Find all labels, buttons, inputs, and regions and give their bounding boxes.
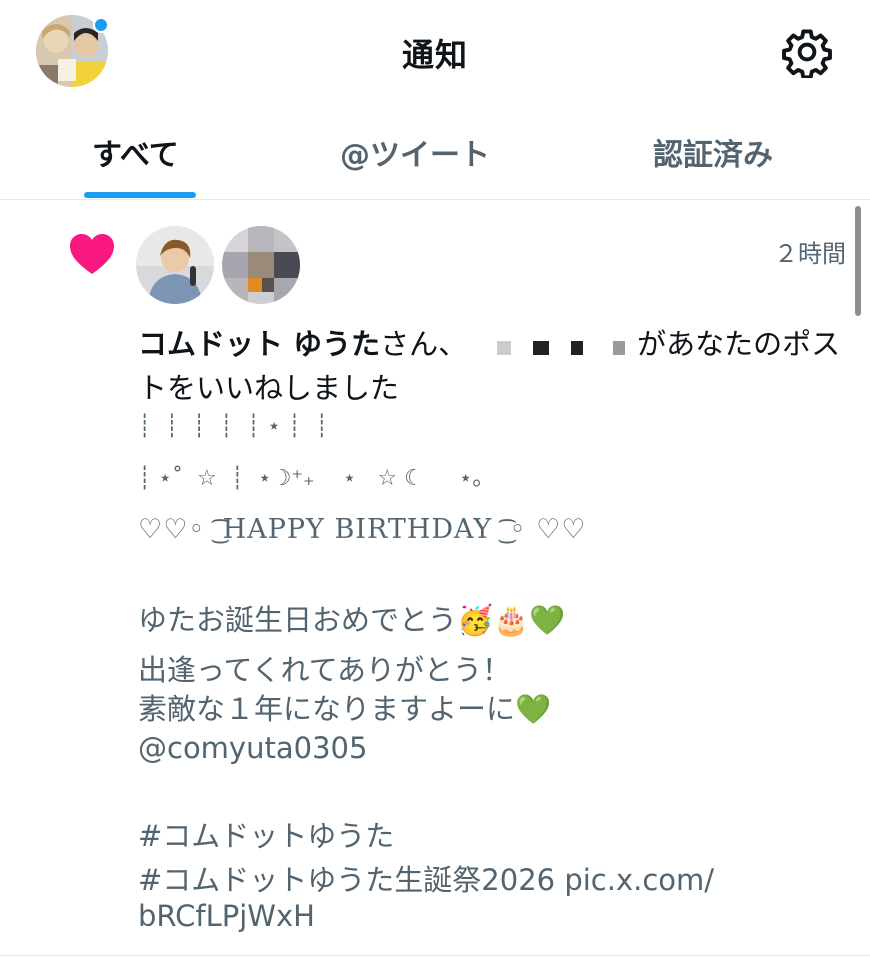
birthday-line: ♡♡◦ ͜͡ HAPPY BIRTHDAY ͜͡ ◦ ♡♡ bbox=[138, 514, 587, 545]
header-bar: 通知 bbox=[0, 0, 870, 104]
scrollbar-thumb[interactable] bbox=[855, 206, 861, 316]
decorative-line-2: ┊ ⋆˚ ☆ ┊ ⋆☽︎⁺₊ ⋆ ☆ ☾ ⋆｡ bbox=[138, 466, 484, 491]
redacted-name bbox=[467, 331, 637, 361]
liker-avatar[interactable] bbox=[136, 226, 214, 304]
mention-link[interactable]: @comyuta0305 bbox=[138, 731, 838, 765]
active-tab-indicator bbox=[84, 192, 196, 198]
summary-pre: さん、 bbox=[380, 327, 468, 361]
gear-icon bbox=[782, 29, 832, 78]
tab-all[interactable]: すべて bbox=[92, 130, 179, 174]
liker-avatar-image bbox=[136, 226, 214, 304]
liker-name[interactable]: コムドット ゆうた bbox=[138, 327, 380, 361]
hashtag-link-2[interactable]: #コムドットゆうた生誕祭2026 pic.x.com/ bbox=[138, 857, 838, 899]
decorative-line-1: ┊ ┊ ┊ ┊ ┊ ⋆ ┊ ┊ bbox=[138, 414, 329, 439]
tab-verified[interactable]: 認証済み bbox=[653, 130, 773, 174]
notification-summary[interactable]: コムドット ゆうたさん、 があなたのポストをいいねしました bbox=[138, 322, 848, 410]
post-line-1: ゆたお誕生日おめでとう🥳🎂💚 bbox=[138, 603, 566, 637]
tab-bar: すべて @ツイート 認証済み bbox=[0, 104, 870, 200]
notification-time: ２時間 bbox=[774, 240, 846, 268]
heart-icon bbox=[68, 232, 116, 276]
blurred-avatar-image bbox=[222, 226, 300, 304]
post-line-2: 出逢ってくれてありがとう！ bbox=[138, 653, 511, 687]
settings-gear-button[interactable] bbox=[781, 26, 833, 78]
hashtag-link-1[interactable]: #コムドットゆうた bbox=[138, 813, 838, 855]
page-title: 通知 bbox=[401, 36, 468, 74]
divider bbox=[0, 955, 870, 956]
pic-link[interactable]: bRCfLPjWxH bbox=[138, 899, 838, 933]
post-line-3: 素敵な１年になりますよーに💚 bbox=[138, 692, 552, 726]
second-liker-avatar[interactable] bbox=[222, 226, 300, 304]
tab-mentions[interactable]: @ツイート bbox=[340, 130, 490, 174]
